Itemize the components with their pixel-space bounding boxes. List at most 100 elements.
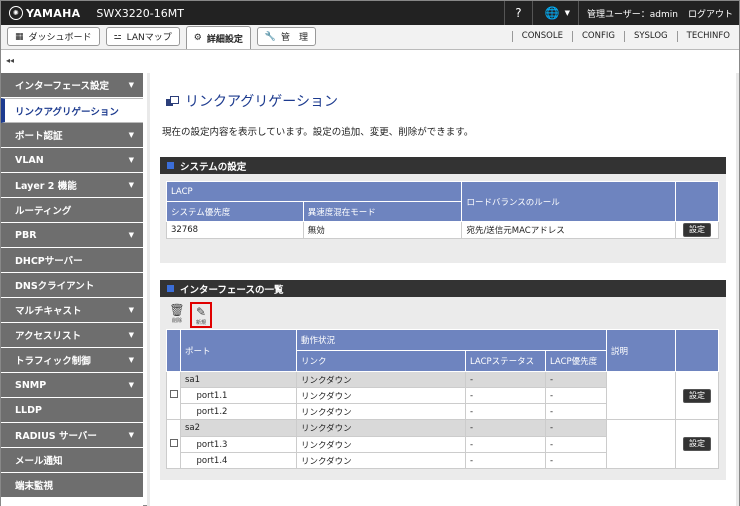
lacp-status-value: - bbox=[465, 403, 546, 420]
chevron-down-icon: ▼ bbox=[128, 381, 134, 389]
tab-lan-map[interactable]: ⚍ LANマップ bbox=[105, 27, 180, 46]
sidebar-item-label: トラフィック制御 bbox=[15, 356, 91, 367]
tab-label: 管 理 bbox=[281, 33, 309, 43]
logout-link[interactable]: ログアウト bbox=[682, 7, 739, 20]
lacp-priority-value: - bbox=[545, 387, 607, 404]
delete-label: 削除 bbox=[171, 318, 182, 324]
chevron-down-icon: ▼ bbox=[128, 131, 134, 139]
wrench-icon: 🔧 bbox=[264, 31, 277, 42]
sidebar-item-label: ポート認証 bbox=[15, 131, 63, 142]
sidebar-item-radius-server[interactable]: RADIUS サーバー ▼ bbox=[1, 423, 143, 448]
sidebar-item-terminal-monitor[interactable]: 端末監視 bbox=[1, 473, 143, 498]
main-tab-bar: ▦ ダッシュボード ⚍ LANマップ ⚙ 詳細設定 🔧 管 理 CONSOLE … bbox=[1, 25, 739, 50]
sidebar-item-label: VLAN bbox=[15, 154, 44, 166]
sidebar-item-label: SNMP bbox=[15, 379, 47, 391]
port-name: port1.1 bbox=[192, 387, 297, 404]
sidebar-item-dhcp-server[interactable]: DHCPサーバー bbox=[1, 248, 143, 273]
chevron-down-icon[interactable]: ▼ bbox=[565, 9, 578, 17]
tab-management[interactable]: 🔧 管 理 bbox=[256, 27, 317, 46]
sidebar-item-mail-notify[interactable]: メール通知 bbox=[1, 448, 143, 473]
lacp-priority-value: - bbox=[545, 452, 607, 469]
sa2-set-button[interactable]: 設定 bbox=[683, 437, 711, 451]
lacp-priority-value: - bbox=[545, 419, 607, 437]
page-title-icon bbox=[166, 96, 179, 106]
description-value bbox=[606, 419, 676, 469]
system-priority-header: システム優先度 bbox=[166, 201, 304, 222]
sidebar-item-label: リンクアグリゲーション bbox=[15, 106, 119, 118]
tab-advanced-settings[interactable]: ⚙ 詳細設定 bbox=[185, 26, 251, 49]
lacp-header: LACP bbox=[165, 181, 463, 202]
status-header: 動作状況 bbox=[296, 329, 607, 351]
dashboard-icon: ▦ bbox=[15, 31, 24, 42]
interface-toolbar: 🗑 削除 ✎ 新規 bbox=[166, 302, 212, 328]
sa1-checkbox[interactable] bbox=[169, 390, 178, 398]
sidebar-item-dns-client[interactable]: DNSクライアント bbox=[1, 273, 143, 298]
main-area: リンクアグリゲーション 現在の設定内容を表示しています。設定の追加、変更、削除が… bbox=[147, 73, 739, 506]
mixed-speed-value: 無効 bbox=[302, 221, 463, 239]
lacp-priority-value: - bbox=[545, 436, 607, 453]
sidebar-item-label: インターフェース設定 bbox=[15, 81, 109, 92]
lacp-status-value: - bbox=[465, 419, 546, 437]
chevron-down-icon: ▼ bbox=[128, 306, 134, 314]
interface-table: ポート 動作状況 説明 リンク LACPステータス LACP優先度 sa1 リン… bbox=[166, 329, 719, 469]
section-marker-icon bbox=[167, 285, 174, 292]
tab-dashboard[interactable]: ▦ ダッシュボード bbox=[7, 27, 100, 46]
sidebar-item-label: マルチキャスト bbox=[15, 306, 82, 317]
table-row: sa2 リンクダウン - - 設定 bbox=[166, 419, 719, 469]
section-title: インターフェースの一覧 bbox=[180, 284, 284, 296]
page-description: 現在の設定内容を表示しています。設定の追加、変更、削除ができます。 bbox=[162, 127, 474, 138]
lacp-priority-value: - bbox=[545, 403, 607, 420]
content-panel: リンクアグリゲーション 現在の設定内容を表示しています。設定の追加、変更、削除が… bbox=[150, 73, 736, 506]
group-name: sa2 bbox=[180, 419, 297, 437]
sidebar-item-interface-settings[interactable]: インターフェース設定 ▼ bbox=[1, 73, 143, 98]
sidebar-item-vlan[interactable]: VLAN ▼ bbox=[1, 148, 143, 173]
chevron-down-icon: ▼ bbox=[128, 81, 134, 89]
lacp-status-value: - bbox=[465, 436, 546, 453]
lacp-status-value: - bbox=[465, 371, 546, 388]
sidebar-item-link-aggregation[interactable]: リンクアグリゲーション bbox=[1, 98, 143, 123]
help-icon[interactable]: ? bbox=[504, 1, 531, 25]
globe-icon[interactable]: 🌐 bbox=[531, 1, 565, 25]
config-link[interactable]: CONFIG bbox=[571, 31, 624, 42]
sidebar-item-pbr[interactable]: PBR ▼ bbox=[1, 223, 143, 248]
chevron-down-icon: ▼ bbox=[128, 181, 134, 189]
chevron-down-icon: ▼ bbox=[128, 231, 134, 239]
system-settings-table: LACP ロードバランスのルール システム優先度 異速度混在モード 32768 … bbox=[165, 181, 719, 239]
sidebar-item-label: RADIUS サーバー bbox=[15, 431, 97, 442]
sidebar-item-snmp[interactable]: SNMP ▼ bbox=[1, 373, 143, 398]
collapse-sidebar-icon[interactable]: ◂◂ bbox=[6, 56, 14, 65]
sidebar-item-port-auth[interactable]: ポート認証 ▼ bbox=[1, 123, 143, 148]
action-header bbox=[675, 329, 719, 372]
select-header bbox=[166, 329, 181, 372]
system-set-button[interactable]: 設定 bbox=[683, 223, 711, 237]
gear-icon: ⚙ bbox=[193, 33, 202, 43]
description-header: 説明 bbox=[606, 329, 676, 372]
load-balance-header: ロードバランスのルール bbox=[461, 181, 677, 222]
sidebar-item-multicast[interactable]: マルチキャスト ▼ bbox=[1, 298, 143, 323]
tab-label: LANマップ bbox=[126, 33, 172, 43]
syslog-link[interactable]: SYSLOG bbox=[623, 31, 677, 42]
sa2-checkbox[interactable] bbox=[169, 438, 178, 447]
section-header: システムの設定 bbox=[160, 157, 726, 174]
sidebar-item-traffic-control[interactable]: トラフィック制御 ▼ bbox=[1, 348, 143, 373]
sidebar-item-access-list[interactable]: アクセスリスト ▼ bbox=[1, 323, 143, 348]
new-button[interactable]: ✎ 新規 bbox=[190, 302, 212, 328]
description-value bbox=[606, 371, 676, 420]
delete-button[interactable]: 🗑 削除 bbox=[166, 302, 188, 328]
link-value: リンクダウン bbox=[296, 452, 466, 469]
sidebar-item-label: ルーティング bbox=[15, 206, 72, 217]
chevron-down-icon: ▼ bbox=[128, 156, 134, 164]
port-name: port1.4 bbox=[192, 452, 297, 469]
tuning-fork-icon: ✺ bbox=[9, 6, 23, 20]
top-bar: ✺ YAMAHA SWX3220-16MT ? 🌐 ▼ 管理ユーザー：admin… bbox=[1, 1, 739, 25]
techinfo-link[interactable]: TECHINFO bbox=[676, 31, 739, 42]
sidebar-item-label: メール通知 bbox=[15, 456, 63, 467]
sidebar-item-layer2[interactable]: Layer 2 機能 ▼ bbox=[1, 173, 143, 198]
sa1-set-button[interactable]: 設定 bbox=[683, 388, 711, 403]
sidebar-item-routing[interactable]: ルーティング bbox=[1, 198, 143, 223]
link-value: リンクダウン bbox=[296, 387, 466, 404]
sidebar-item-lldp[interactable]: LLDP bbox=[1, 398, 143, 423]
admin-user-label: 管理ユーザー：admin bbox=[577, 1, 682, 25]
console-link[interactable]: CONSOLE bbox=[511, 31, 572, 42]
group-name: sa1 bbox=[180, 371, 297, 388]
